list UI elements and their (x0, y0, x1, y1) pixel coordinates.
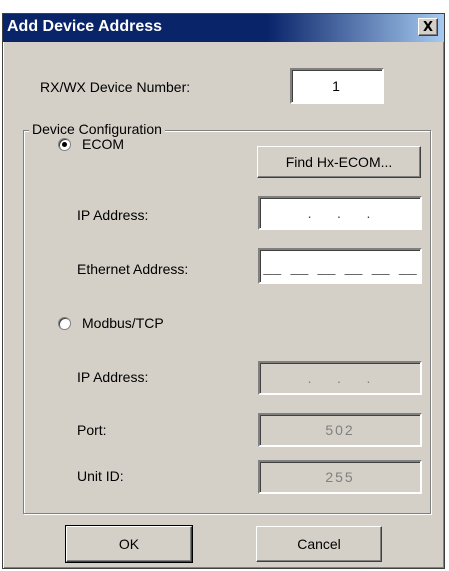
unit-id-input[interactable]: 255 (258, 460, 422, 494)
modbus-tcp-label[interactable]: Modbus/TCP (82, 315, 164, 331)
ecom-ip-address-input[interactable]: . . . (258, 196, 422, 230)
port-label: Port: (77, 422, 107, 438)
port-value: 502 (325, 422, 355, 438)
title-bar[interactable]: Add Device Address X (3, 14, 444, 42)
cancel-button[interactable]: Cancel (256, 526, 382, 562)
port-input[interactable]: 502 (258, 413, 422, 447)
unit-id-label: Unit ID: (77, 468, 124, 484)
close-button[interactable]: X (418, 18, 438, 36)
modbus-ip-address-label: IP Address: (77, 369, 149, 385)
device-number-input[interactable]: 1 (290, 68, 384, 104)
find-hx-ecom-button[interactable]: Find Hx-ECOM... (257, 146, 421, 178)
ok-button[interactable]: OK (65, 525, 193, 563)
unit-id-value: 255 (325, 469, 355, 485)
device-configuration-legend: Device Configuration (29, 121, 165, 137)
close-icon: X (422, 19, 434, 35)
modbus-tcp-radio[interactable] (58, 317, 71, 330)
add-device-address-dialog: Add Device Address X RX/WX Device Number… (2, 13, 445, 569)
ethernet-address-value: __ __ __ __ __ __ (263, 257, 417, 275)
modbus-ip-address-input[interactable]: . . . (258, 361, 422, 395)
window-title: Add Device Address (7, 18, 163, 35)
modbus-ip-address-value: . . . (307, 370, 373, 386)
device-number-label: RX/WX Device Number: (40, 79, 191, 95)
ecom-radio[interactable] (58, 138, 71, 151)
radio-selected-dot (62, 142, 67, 147)
ecom-ip-address-label: IP Address: (77, 207, 149, 223)
ethernet-address-input[interactable]: __ __ __ __ __ __ (258, 248, 422, 284)
ecom-label[interactable]: ECOM (82, 136, 124, 152)
ecom-ip-address-value: . . . (307, 205, 373, 221)
ethernet-address-label: Ethernet Address: (77, 261, 189, 277)
device-number-value: 1 (332, 78, 342, 94)
